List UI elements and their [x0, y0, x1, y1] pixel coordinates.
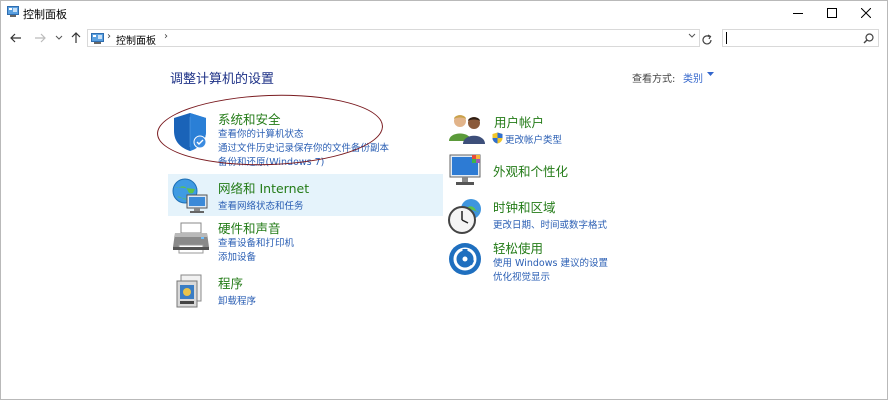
minimize-icon: [793, 13, 803, 14]
breadcrumb-control-panel[interactable]: 控制面板: [116, 32, 156, 47]
category-title-network-internet[interactable]: 网络和 Internet: [218, 178, 309, 197]
link-optimize-visual-display[interactable]: 优化视觉显示: [493, 269, 550, 283]
text-caret: [726, 32, 727, 44]
search-icon[interactable]: [863, 33, 874, 44]
clock-globe-icon[interactable]: [447, 197, 485, 235]
minimize-button[interactable]: [779, 1, 817, 25]
close-icon: [861, 8, 871, 18]
window-title: 控制面板: [23, 8, 67, 21]
chevron-down-icon: [55, 35, 63, 40]
monitor-icon[interactable]: [448, 153, 486, 189]
breadcrumb-separator[interactable]: ›: [164, 31, 168, 42]
link-uninstall-program[interactable]: 卸载程序: [218, 293, 256, 307]
link-network-status[interactable]: 查看网络状态和任务: [218, 198, 304, 212]
category-title-appearance[interactable]: 外观和个性化: [493, 161, 568, 180]
address-bar[interactable]: › 控制面板 ›: [87, 29, 700, 47]
refresh-button[interactable]: [701, 31, 715, 45]
view-by-label: 查看方式:: [632, 74, 676, 85]
view-by-dropdown[interactable]: 类别: [683, 70, 703, 85]
link-add-device[interactable]: 添加设备: [218, 249, 256, 263]
close-button[interactable]: [847, 1, 885, 25]
chevron-down-icon: [688, 33, 696, 38]
link-change-date-time[interactable]: 更改日期、时间或数字格式: [493, 217, 607, 231]
search-input[interactable]: [722, 29, 879, 47]
users-icon[interactable]: [448, 111, 486, 147]
up-button[interactable]: [68, 30, 84, 46]
view-by-dropdown-arrow[interactable]: [707, 71, 714, 79]
category-title-clock-region[interactable]: 时钟和区域: [493, 197, 556, 216]
printer-icon[interactable]: [171, 221, 211, 257]
arrow-left-icon: [10, 33, 21, 43]
annotation-ellipse: [155, 91, 385, 169]
navigation-bar: › 控制面板 ›: [1, 26, 887, 52]
control-panel-icon: [91, 33, 104, 44]
programs-icon[interactable]: [173, 273, 209, 309]
link-change-account-type[interactable]: 更改帐户类型: [505, 132, 562, 146]
ease-of-access-icon[interactable]: [447, 241, 485, 277]
control-panel-window: 控制面板 › 控制面板 › 调整计算机的设置 查看方式: 类别 系统和安全 查看…: [0, 0, 888, 400]
arrow-right-icon: [35, 33, 46, 43]
link-windows-recommended-settings[interactable]: 使用 Windows 建议的设置: [493, 255, 608, 269]
refresh-icon: [702, 34, 712, 45]
link-devices-printers[interactable]: 查看设备和打印机: [218, 235, 294, 249]
category-title-programs[interactable]: 程序: [218, 273, 243, 292]
globe-network-icon[interactable]: [171, 177, 211, 215]
title-bar: 控制面板: [1, 1, 887, 25]
maximize-button[interactable]: [813, 1, 851, 25]
recent-locations-button[interactable]: [51, 30, 67, 46]
address-dropdown-button[interactable]: [688, 32, 696, 42]
triangle-down-icon: [707, 72, 714, 76]
maximize-icon: [827, 8, 837, 18]
uac-shield-icon: [492, 132, 503, 144]
page-title: 调整计算机的设置: [170, 72, 275, 87]
back-button[interactable]: [8, 30, 24, 46]
arrow-up-icon: [71, 32, 81, 43]
breadcrumb-separator: ›: [107, 31, 111, 42]
control-panel-icon: [7, 6, 19, 17]
category-title-user-accounts[interactable]: 用户帐户: [494, 112, 544, 131]
forward-button[interactable]: [32, 30, 48, 46]
